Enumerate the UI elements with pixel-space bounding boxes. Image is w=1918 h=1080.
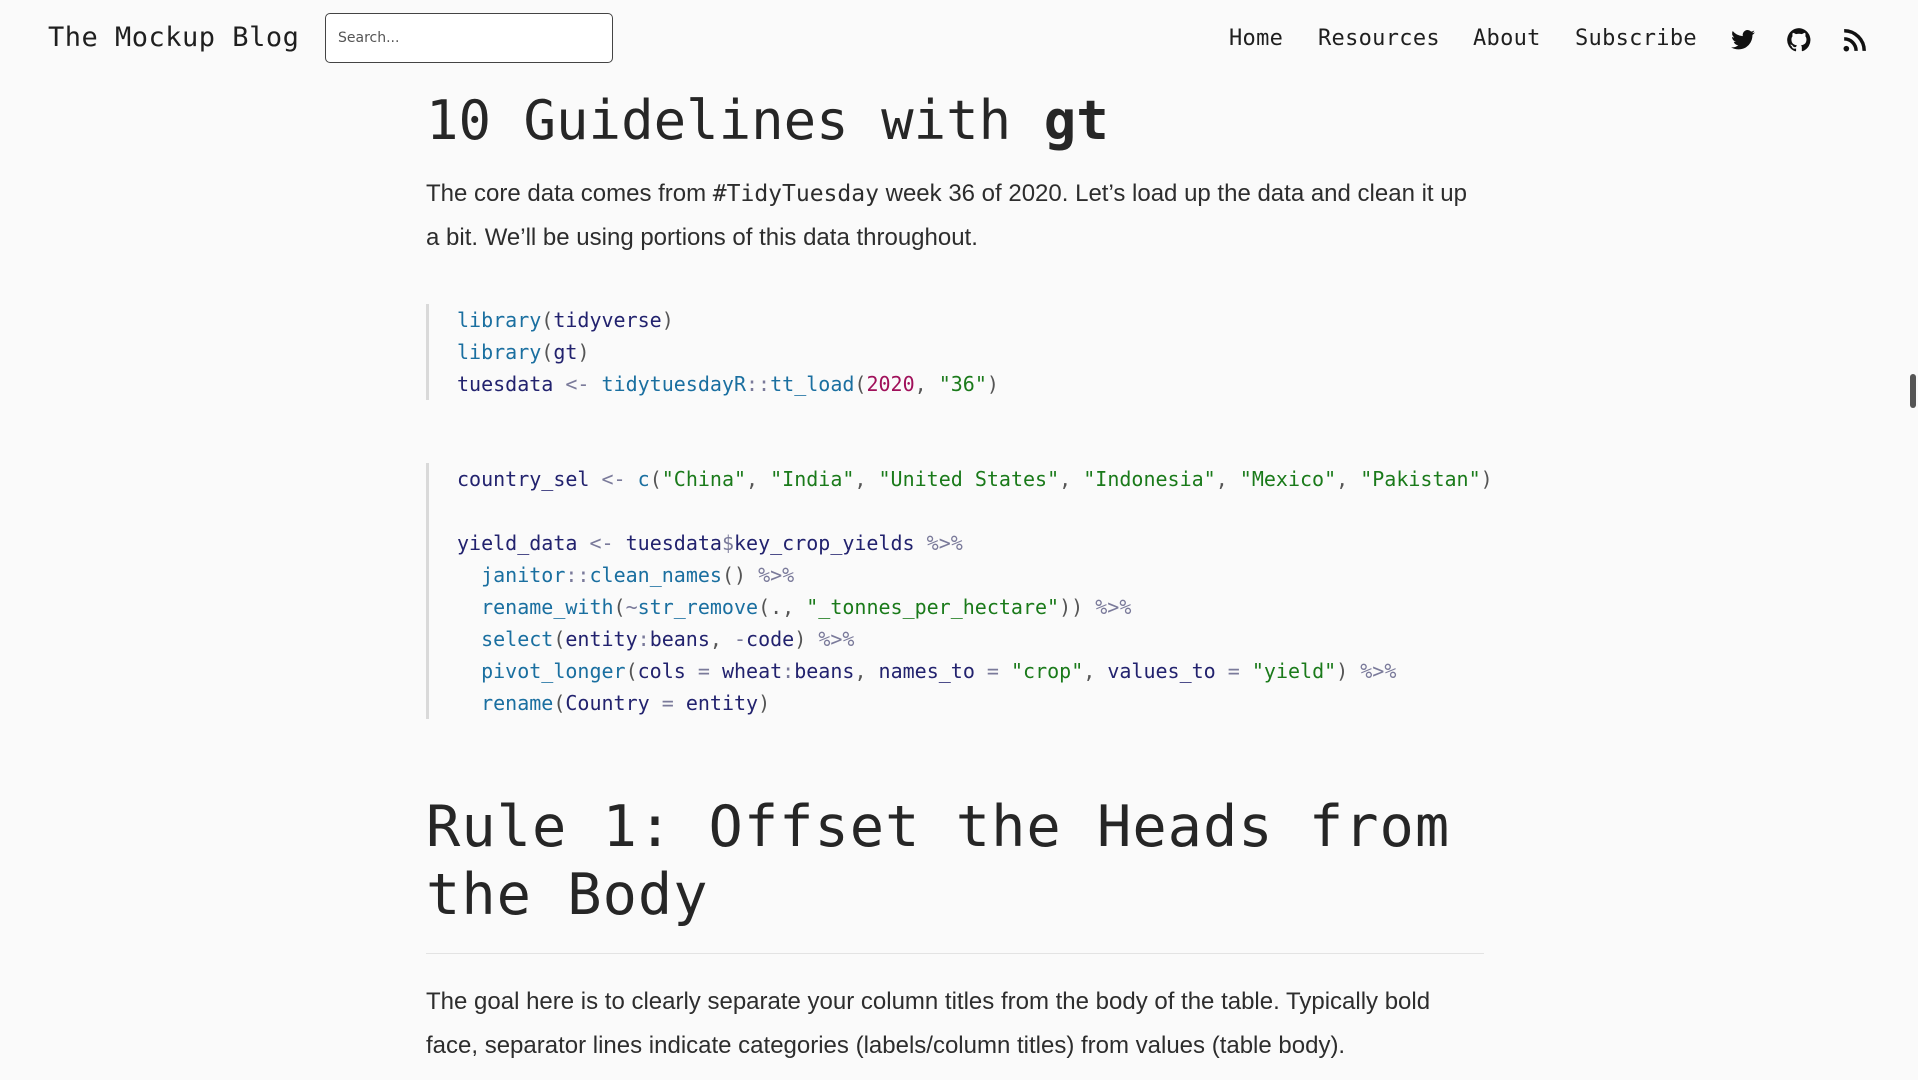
nav-about[interactable]: About [1473,26,1541,51]
code-line: janitor::clean_names() %>% [481,563,795,587]
code-line: country_sel <- c("China", "India", "Unit… [457,467,1493,491]
intro-tidytuesday-code: #TidyTuesday [712,181,879,207]
code-block-clean: country_sel <- c("China", "India", "Unit… [426,463,1493,719]
rule1-heading: Rule 1: Offset the Heads from the Body [426,794,1451,928]
scrollbar-thumb[interactable] [1910,374,1916,408]
nav-subscribe[interactable]: Subscribe [1575,26,1697,51]
code-block-load: library(tidyverse) library(gt) tuesdata … [426,304,1484,400]
site-header: The Mockup Blog Home Resources About Sub… [0,0,1918,80]
heading-text: 10 Guidelines with [426,89,1044,152]
twitter-icon[interactable] [1730,27,1756,53]
code-line: library(gt) [457,340,590,364]
article-heading: 10 Guidelines with gt [426,84,1484,158]
heading-gt-code: gt [1043,89,1109,152]
code-line: pivot_longer(cols = wheat:beans, names_t… [481,659,1397,683]
code-line: tuesdata <- tidytuesdayR::tt_load(2020, … [457,372,999,396]
rss-icon[interactable] [1842,27,1868,53]
search-input[interactable] [325,13,613,63]
nav-home[interactable]: Home [1229,26,1283,51]
rule1-paragraph: The goal here is to clearly separate you… [426,988,1431,1059]
code-line: yield_data <- tuesdata$key_crop_yields %… [457,531,963,555]
code-line: rename_with(~str_remove(., "_tonnes_per_… [481,595,1132,619]
article-content: 10 Guidelines with gt The core data come… [426,78,1493,1068]
intro-text-1: The core data comes from [426,180,713,207]
github-icon[interactable] [1786,27,1812,53]
nav-resources[interactable]: Resources [1318,26,1440,51]
code-line: select(entity:beans, -code) %>% [481,627,855,651]
heading-divider [426,953,1484,954]
site-brand[interactable]: The Mockup Blog [48,22,299,53]
intro-paragraph: The core data comes from #TidyTuesday we… [426,172,1484,260]
code-line: library(tidyverse) [457,308,674,332]
code-line: rename(Country = entity) [481,691,771,715]
